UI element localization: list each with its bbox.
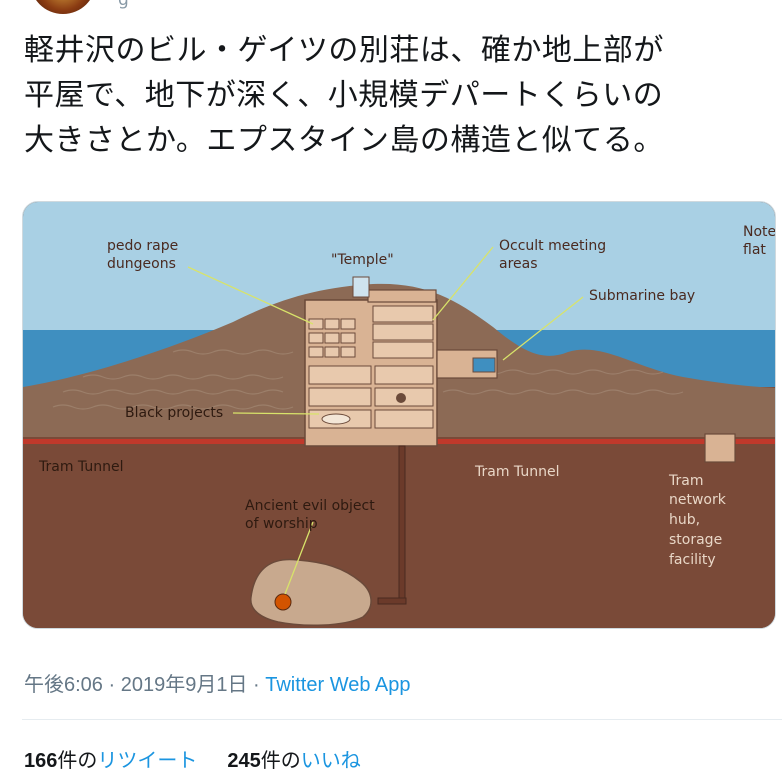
tram-hub bbox=[704, 433, 736, 463]
retweets-unit: 件の bbox=[57, 750, 98, 772]
label-occult-1: Occult meeting bbox=[499, 238, 606, 254]
label-hub-1: Tram bbox=[668, 473, 703, 489]
tweet-line-3: 大きさとか。エプスタイン島の構造と似てる。 bbox=[24, 123, 664, 158]
tweet-media-image[interactable]: pedo rape dungeons "Temple" Occult meeti… bbox=[22, 201, 776, 629]
tweet-date[interactable]: 2019年9月1日 bbox=[121, 674, 248, 696]
divider bbox=[22, 719, 782, 720]
likes-stat[interactable]: 245件のいいね bbox=[227, 750, 360, 772]
label-ancient-2: of worship bbox=[245, 516, 318, 532]
label-submarine: Submarine bay bbox=[589, 288, 695, 304]
tweet-line-1: 軽井沢のビル・ゲイツの別荘は、確か地上部が bbox=[24, 33, 664, 68]
likes-label: いいね bbox=[300, 750, 361, 772]
retweets-label: リツイート bbox=[97, 750, 198, 772]
label-note-1: Note bbox=[743, 224, 776, 240]
label-tram-mid: Tram Tunnel bbox=[474, 464, 559, 480]
label-hub-4: storage bbox=[669, 532, 722, 548]
label-note-2: flat bbox=[743, 242, 766, 258]
likes-unit: 件の bbox=[260, 750, 301, 772]
label-temple: "Temple" bbox=[331, 252, 394, 268]
meta-separator: · bbox=[102, 674, 121, 696]
tweet-line-2: 平屋で、地下が深く、小規模デパートくらいの bbox=[24, 78, 664, 113]
label-tram-left: Tram Tunnel bbox=[38, 459, 123, 475]
meta-separator: · bbox=[247, 674, 266, 696]
retweets-count: 166 bbox=[24, 750, 58, 772]
label-hub-2: network bbox=[669, 492, 727, 508]
tweet-metadata: 午後6:06 · 2019年9月1日 · Twitter Web App bbox=[24, 668, 411, 697]
tweet-text: 軽井沢のビル・ゲイツの別荘は、確か地上部が 平屋で、地下が深く、小規模デパートく… bbox=[24, 28, 764, 163]
evil-object bbox=[274, 593, 292, 611]
source-app-link[interactable]: Twitter Web App bbox=[265, 674, 410, 696]
avatar[interactable] bbox=[30, 0, 96, 14]
likes-count: 245 bbox=[227, 750, 261, 772]
label-pedo-2: dungeons bbox=[107, 256, 176, 272]
tweet-stats: 166件のリツイート 245件のいいね bbox=[24, 744, 361, 773]
retweets-stat[interactable]: 166件のリツイート bbox=[24, 750, 197, 772]
label-black-projects: Black projects bbox=[125, 405, 223, 421]
label-hub-5: facility bbox=[669, 552, 716, 568]
label-hub-3: hub, bbox=[669, 512, 700, 528]
label-pedo-1: pedo rape bbox=[107, 238, 178, 254]
author-name-fragment[interactable]: g bbox=[118, 0, 129, 10]
tweet-time[interactable]: 午後6:06 bbox=[24, 674, 103, 696]
label-occult-2: areas bbox=[499, 256, 538, 272]
bunker-diagram: pedo rape dungeons "Temple" Occult meeti… bbox=[23, 202, 776, 628]
label-ancient-1: Ancient evil object bbox=[245, 498, 375, 514]
